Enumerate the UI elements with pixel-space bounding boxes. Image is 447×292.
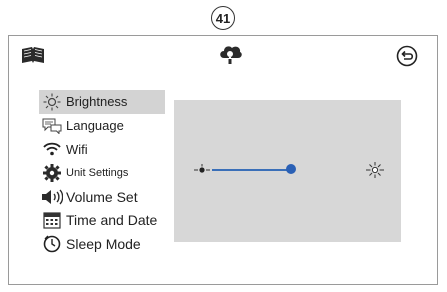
menu-item-brightness[interactable]: Brightness [39, 90, 165, 114]
book-icon[interactable] [21, 46, 45, 69]
menu-label: Wifi [66, 141, 88, 157]
back-icon[interactable] [396, 45, 418, 72]
menu-item-time-and-date[interactable]: Time and Date [39, 208, 165, 232]
device-screen: Brightness Language Wifi Unit Settings V… [8, 35, 438, 285]
brightness-icon [41, 92, 63, 112]
speech-bubble-icon [41, 116, 63, 136]
gear-icon [41, 163, 63, 183]
clock-icon [41, 234, 63, 254]
wifi-icon [41, 139, 63, 159]
calendar-icon [41, 210, 63, 230]
callout-number: 41 [211, 6, 235, 30]
cloud-bulb-icon[interactable] [218, 44, 242, 71]
menu-label: Unit Settings [66, 166, 129, 179]
menu-item-language[interactable]: Language [39, 114, 165, 138]
menu-item-wifi[interactable]: Wifi [39, 137, 165, 161]
menu-item-sleep-mode[interactable]: Sleep Mode [39, 232, 165, 256]
speaker-icon [41, 187, 63, 207]
settings-menu: Brightness Language Wifi Unit Settings V… [39, 90, 165, 256]
menu-label: Language [66, 118, 124, 134]
slider-track [212, 169, 292, 171]
sun-large-icon [366, 160, 384, 183]
menu-label: Time and Date [66, 212, 158, 229]
brightness-panel [174, 100, 401, 242]
menu-label: Sleep Mode [66, 235, 141, 252]
menu-item-unit-settings[interactable]: Unit Settings [39, 161, 165, 185]
sun-small-icon [194, 161, 210, 182]
menu-label: Volume Set [66, 188, 138, 205]
top-bar [9, 36, 437, 76]
slider-knob[interactable] [286, 164, 297, 174]
menu-label: Brightness [66, 94, 128, 110]
menu-item-volume-set[interactable]: Volume Set [39, 185, 165, 209]
brightness-slider[interactable] [194, 160, 384, 180]
